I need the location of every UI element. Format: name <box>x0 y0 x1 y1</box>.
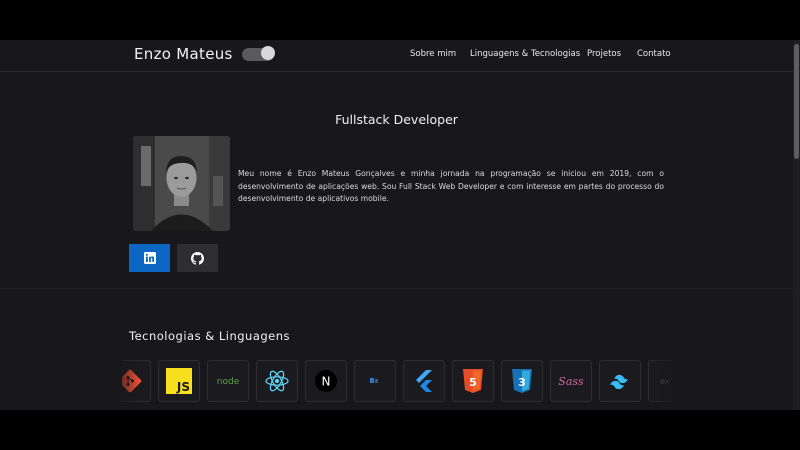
nav-links: Sobre mim Linguagens & Tecnologias Proje… <box>0 49 793 63</box>
javascript-label: JS <box>176 380 190 394</box>
tech-card-flutter <box>403 360 445 402</box>
technologies-title: Tecnologias & Linguagens <box>129 329 291 343</box>
nextjs-icon: N <box>315 370 337 392</box>
tech-card-tailwind <box>599 360 641 402</box>
css3-icon: 3 <box>512 369 532 393</box>
section-divider <box>0 288 793 289</box>
navbar: Enzo Mateus Sobre mim Linguagens & Tecno… <box>0 40 793 72</box>
typescript-icon <box>370 378 378 383</box>
page-title: Fullstack Developer <box>335 112 458 127</box>
react-icon <box>265 370 289 392</box>
linkedin-button[interactable] <box>129 244 170 272</box>
linkedin-icon <box>143 252 156 264</box>
nodejs-label: node <box>217 377 240 387</box>
nav-item-sobre-mim[interactable]: Sobre mim <box>410 49 456 59</box>
sass-label: Sass <box>558 375 584 388</box>
tech-card-react <box>256 360 298 402</box>
nav-item-contato[interactable]: Contato <box>637 49 671 59</box>
nav-item-projetos[interactable]: Projetos <box>587 49 621 59</box>
tech-card-typescript <box>354 360 396 402</box>
javascript-icon: JS <box>166 368 192 394</box>
avatar-photo <box>133 136 230 231</box>
nextjs-label: N <box>322 375 331 389</box>
scrollbar-thumb[interactable] <box>794 44 799 159</box>
sass-icon: Sass <box>558 375 584 388</box>
css3-label: 3 <box>518 376 526 389</box>
tech-card-nodejs: node <box>207 360 249 402</box>
html5-label: 5 <box>469 376 477 389</box>
tech-card-html5: 5 <box>452 360 494 402</box>
tailwind-icon <box>610 374 628 389</box>
technologies-carousel[interactable]: JS node N 5 3 Sass <box>122 360 672 404</box>
html5-icon: 5 <box>463 369 483 393</box>
carousel-fade-right <box>648 358 678 406</box>
nav-item-linguagens-tecnologias[interactable]: Linguagens & Tecnologias <box>470 49 580 59</box>
nodejs-icon: node <box>217 377 240 387</box>
bio-text: Meu nome é Enzo Mateus Gonçalves e minha… <box>238 169 664 204</box>
carousel-fade-left <box>110 358 140 406</box>
page-viewport: Enzo Mateus Sobre mim Linguagens & Tecno… <box>0 40 800 410</box>
tech-card-javascript: JS <box>158 360 200 402</box>
flutter-icon <box>416 370 432 392</box>
avatar <box>133 136 230 231</box>
github-button[interactable] <box>177 244 218 272</box>
tech-card-sass: Sass <box>550 360 592 402</box>
tech-card-nextjs: N <box>305 360 347 402</box>
github-icon <box>191 251 204 265</box>
tech-card-css3: 3 <box>501 360 543 402</box>
